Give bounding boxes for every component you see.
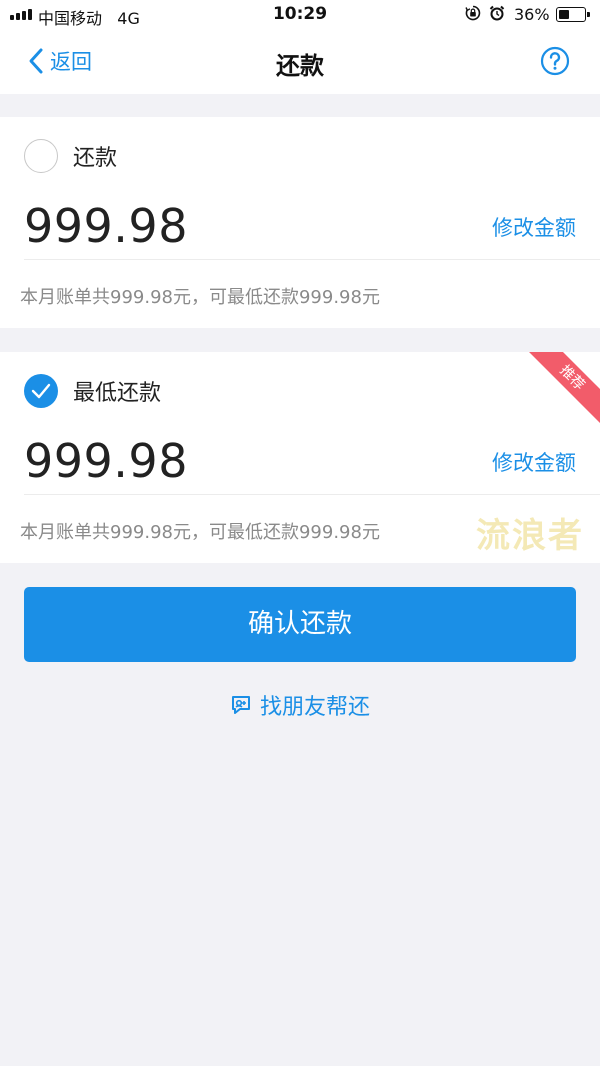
- bill-summary: 本月账单共999.98元，可最低还款999.98元: [20, 522, 380, 543]
- divider: [24, 259, 600, 260]
- status-bar: 中国移动 4G 10:29 36%: [0, 0, 600, 30]
- status-time: 10:29: [272, 4, 328, 24]
- battery-icon: [556, 7, 590, 22]
- recommend-ribbon: 推荐: [524, 352, 600, 426]
- orientation-lock-icon: [465, 5, 481, 21]
- ask-friend-link[interactable]: 找朋友帮还: [0, 690, 600, 720]
- page-title: 还款: [276, 52, 324, 80]
- repay-option-full[interactable]: 还款 999.98 修改金额 本月账单共999.98元，可最低还款999.98元: [0, 117, 600, 328]
- confirm-repay-button[interactable]: 确认还款: [24, 587, 576, 662]
- amount-value: 999.98: [24, 434, 188, 488]
- divider: [24, 494, 600, 495]
- checkmark-icon: [31, 383, 51, 399]
- option-label: 还款: [73, 146, 118, 171]
- nav-bar: 返回 还款: [0, 30, 600, 94]
- watermark: 流浪者: [476, 516, 584, 556]
- bill-summary: 本月账单共999.98元，可最低还款999.98元: [20, 287, 380, 308]
- chat-icon: [231, 696, 250, 714]
- option-row[interactable]: 还款: [24, 139, 117, 173]
- radio-checked-icon[interactable]: [24, 374, 58, 408]
- alarm-icon: [489, 5, 505, 21]
- modify-amount-link[interactable]: 修改金额: [492, 212, 576, 242]
- option-label: 最低还款: [73, 381, 162, 406]
- help-icon[interactable]: [540, 46, 570, 76]
- option-row[interactable]: 最低还款: [24, 374, 161, 408]
- amount-value: 999.98: [24, 199, 188, 253]
- radio-unchecked-icon[interactable]: [24, 139, 58, 173]
- battery-percent: 36%: [514, 5, 550, 24]
- ask-friend-label: 找朋友帮还: [259, 695, 370, 720]
- battery-fill: [559, 10, 570, 19]
- modify-amount-link[interactable]: 修改金额: [492, 447, 576, 477]
